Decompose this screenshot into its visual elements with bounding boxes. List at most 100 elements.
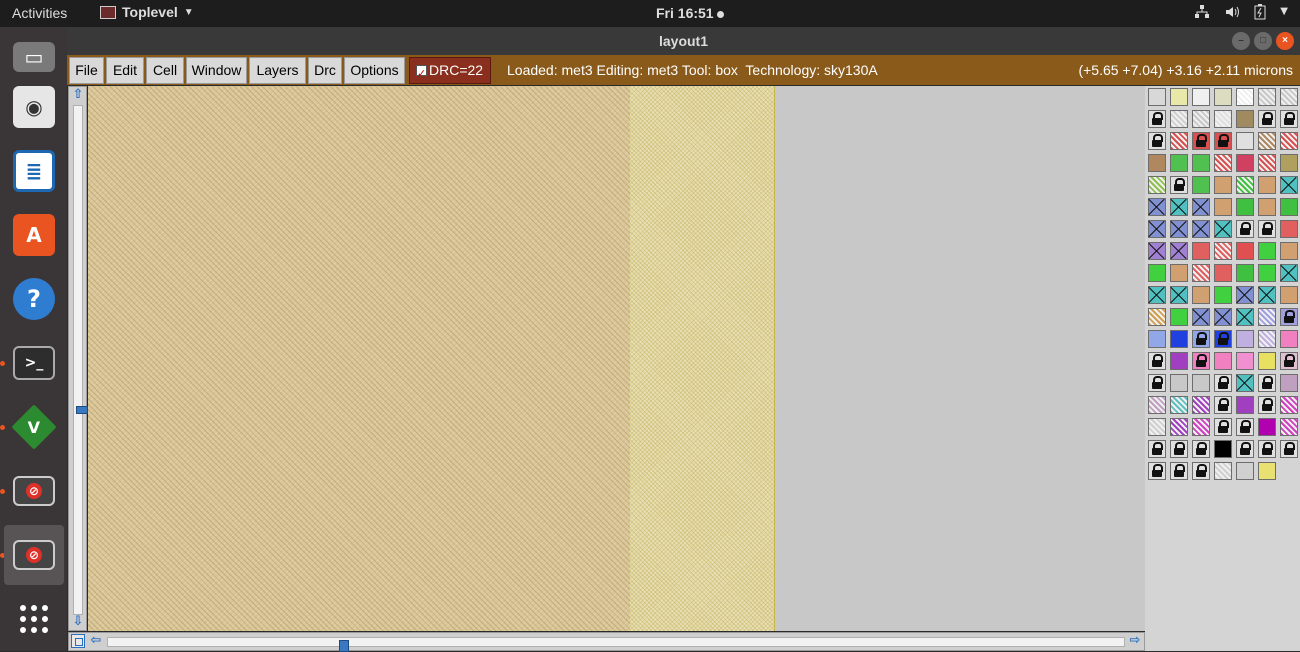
layer-swatch[interactable] [1168, 130, 1190, 152]
layer-swatch[interactable] [1234, 108, 1256, 130]
vertical-scroll-thumb[interactable] [76, 406, 88, 414]
layer-swatch[interactable] [1212, 306, 1234, 328]
minimize-button[interactable]: – [1232, 32, 1250, 50]
app-menu[interactable]: Toplevel ▼ [100, 4, 194, 20]
layer-swatch[interactable] [1278, 328, 1300, 350]
layer-swatch[interactable] [1256, 416, 1278, 438]
battery-icon[interactable] [1254, 4, 1266, 24]
layer-swatch[interactable] [1278, 394, 1300, 416]
horizontal-scrollbar[interactable]: ⇦ ⇨ [68, 632, 1145, 652]
zoom-box-icon[interactable] [71, 634, 85, 648]
layer-swatch[interactable] [1256, 108, 1278, 130]
menu-cell[interactable]: Cell [146, 57, 184, 84]
dock-item-tk-app-1[interactable]: ⊘ [4, 461, 64, 521]
layer-swatch[interactable] [1190, 262, 1212, 284]
layer-swatch[interactable] [1146, 372, 1168, 394]
layer-swatch[interactable] [1190, 460, 1212, 482]
layer-swatch[interactable] [1168, 350, 1190, 372]
layer-swatch[interactable] [1278, 108, 1300, 130]
layer-swatch[interactable] [1190, 240, 1212, 262]
close-button[interactable]: × [1276, 32, 1294, 50]
layer-swatch[interactable] [1212, 416, 1234, 438]
layer-swatch[interactable] [1256, 306, 1278, 328]
vertical-scroll-track[interactable] [73, 105, 88, 615]
layer-swatch[interactable] [1278, 262, 1300, 284]
layer-swatch[interactable] [1190, 438, 1212, 460]
layer-swatch[interactable] [1278, 130, 1300, 152]
menu-layers[interactable]: Layers [249, 57, 306, 84]
layer-swatch[interactable] [1256, 438, 1278, 460]
layer-swatch[interactable] [1168, 394, 1190, 416]
scroll-right-icon[interactable]: ⇨ [1128, 634, 1142, 648]
layer-swatch[interactable] [1234, 306, 1256, 328]
layer-swatch[interactable] [1212, 108, 1234, 130]
layer-swatch[interactable] [1234, 240, 1256, 262]
layer-swatch[interactable] [1190, 416, 1212, 438]
layer-swatch[interactable] [1212, 196, 1234, 218]
layer-swatch[interactable] [1190, 196, 1212, 218]
layer-swatch[interactable] [1256, 284, 1278, 306]
layer-swatch[interactable] [1234, 196, 1256, 218]
layer-swatch[interactable] [1212, 262, 1234, 284]
system-menu-chevron-icon[interactable]: ▼ [1280, 4, 1288, 24]
layer-swatch[interactable] [1212, 328, 1234, 350]
menu-window[interactable]: Window [186, 57, 247, 84]
drc-checkbox[interactable] [416, 62, 427, 87]
layer-swatch[interactable] [1212, 174, 1234, 196]
layer-swatch[interactable] [1168, 108, 1190, 130]
layer-swatch[interactable] [1190, 284, 1212, 306]
layer-swatch[interactable] [1278, 152, 1300, 174]
layer-swatch[interactable] [1256, 218, 1278, 240]
layer-swatch[interactable] [1146, 306, 1168, 328]
layer-swatch[interactable] [1278, 196, 1300, 218]
layer-swatch[interactable] [1256, 196, 1278, 218]
layer-swatch[interactable] [1212, 394, 1234, 416]
layer-swatch[interactable] [1190, 372, 1212, 394]
layer-swatch[interactable] [1256, 350, 1278, 372]
scroll-left-icon[interactable]: ⇦ [89, 634, 103, 648]
dock-item-rhythmbox[interactable]: ◉ [4, 77, 64, 137]
layer-swatch[interactable] [1212, 284, 1234, 306]
layer-swatch[interactable] [1168, 328, 1190, 350]
dock-item-tk-app-2[interactable]: ⊘ [4, 525, 64, 585]
layer-swatch[interactable] [1256, 86, 1278, 108]
layer-swatch[interactable] [1190, 350, 1212, 372]
layer-swatch[interactable] [1168, 262, 1190, 284]
layer-swatch[interactable] [1190, 130, 1212, 152]
horizontal-scroll-thumb[interactable] [339, 640, 349, 652]
layer-swatch[interactable] [1234, 328, 1256, 350]
layer-swatch[interactable] [1256, 240, 1278, 262]
dock-item-writer[interactable]: ≣ [4, 141, 64, 201]
layer-swatch[interactable] [1278, 240, 1300, 262]
layer-swatch[interactable] [1146, 262, 1168, 284]
layer-swatch[interactable] [1234, 174, 1256, 196]
layer-swatch[interactable] [1278, 350, 1300, 372]
layer-swatch[interactable] [1256, 262, 1278, 284]
menu-drc[interactable]: Drc [308, 57, 342, 84]
layer-swatch[interactable] [1146, 350, 1168, 372]
layer-swatch[interactable] [1168, 196, 1190, 218]
met3-region[interactable] [88, 86, 630, 631]
layer-swatch[interactable] [1146, 196, 1168, 218]
layer-swatch[interactable] [1168, 284, 1190, 306]
layer-swatch[interactable] [1212, 350, 1234, 372]
layer-swatch[interactable] [1168, 372, 1190, 394]
layer-swatch[interactable] [1234, 86, 1256, 108]
layer-swatch[interactable] [1234, 284, 1256, 306]
clock[interactable]: Fri 16:51 [656, 5, 724, 21]
layer-swatch[interactable] [1146, 240, 1168, 262]
layer-swatch[interactable] [1146, 86, 1168, 108]
layer-swatch[interactable] [1190, 86, 1212, 108]
layer-swatch[interactable] [1278, 416, 1300, 438]
layer-swatch[interactable] [1190, 218, 1212, 240]
layer-swatch[interactable] [1168, 174, 1190, 196]
layer-swatch[interactable] [1278, 218, 1300, 240]
layer-swatch[interactable] [1168, 306, 1190, 328]
layer-swatch[interactable] [1212, 130, 1234, 152]
layer-swatch[interactable] [1278, 284, 1300, 306]
layer-swatch[interactable] [1278, 306, 1300, 328]
layer-swatch[interactable] [1234, 262, 1256, 284]
layer-swatch[interactable] [1168, 460, 1190, 482]
horizontal-scroll-track[interactable] [107, 637, 1125, 652]
layer-swatch[interactable] [1256, 460, 1278, 482]
